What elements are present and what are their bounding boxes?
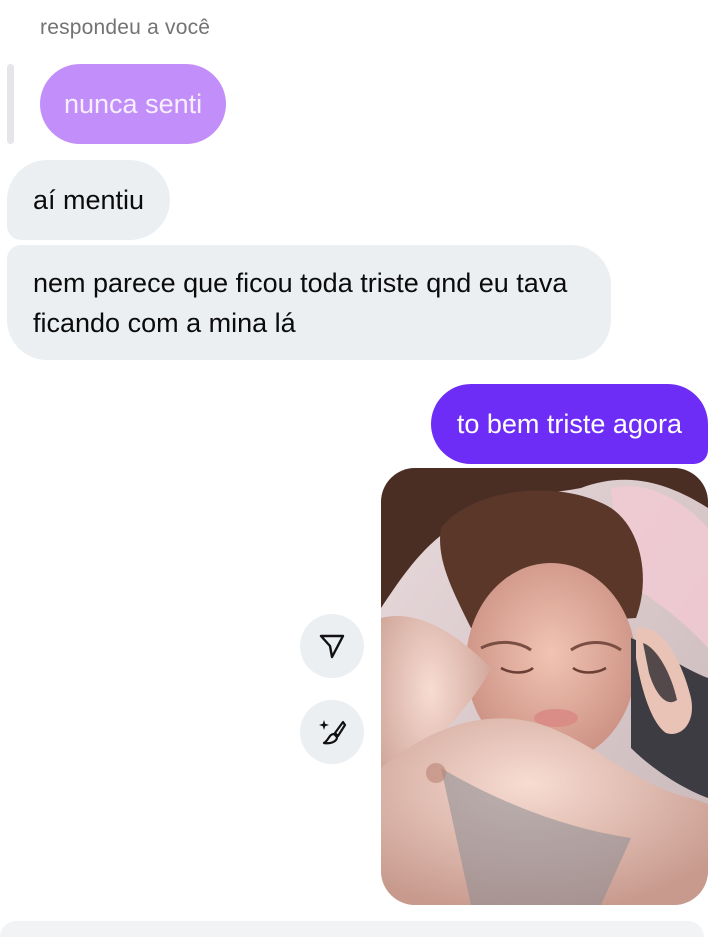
share-button[interactable] <box>300 614 364 678</box>
message-text: aí mentiu <box>33 185 145 215</box>
quoted-message-text: nunca senti <box>64 89 203 119</box>
magic-brush-icon <box>319 720 347 745</box>
message-text: nem parece que ficou toda triste qnd eu … <box>33 268 568 338</box>
message-composer[interactable] <box>0 921 704 937</box>
reply-context-label: respondeu a você <box>40 16 211 39</box>
message-text: to bem triste agora <box>456 409 682 439</box>
reply-quote-bar <box>7 64 14 144</box>
outgoing-message-bubble[interactable]: to bem triste agora <box>430 384 708 464</box>
share-arrow-icon <box>319 634 345 659</box>
dm-thread: respondeu a você nunca senti aí mentiu n… <box>0 0 724 937</box>
incoming-message-bubble[interactable]: aí mentiu <box>7 160 171 240</box>
photo-image <box>381 468 708 905</box>
photo-attachment[interactable] <box>381 468 708 905</box>
quoted-message-bubble[interactable]: nunca senti <box>40 64 227 144</box>
edit-image-button[interactable] <box>300 700 364 764</box>
incoming-message-bubble[interactable]: nem parece que ficou toda triste qnd eu … <box>7 245 611 360</box>
